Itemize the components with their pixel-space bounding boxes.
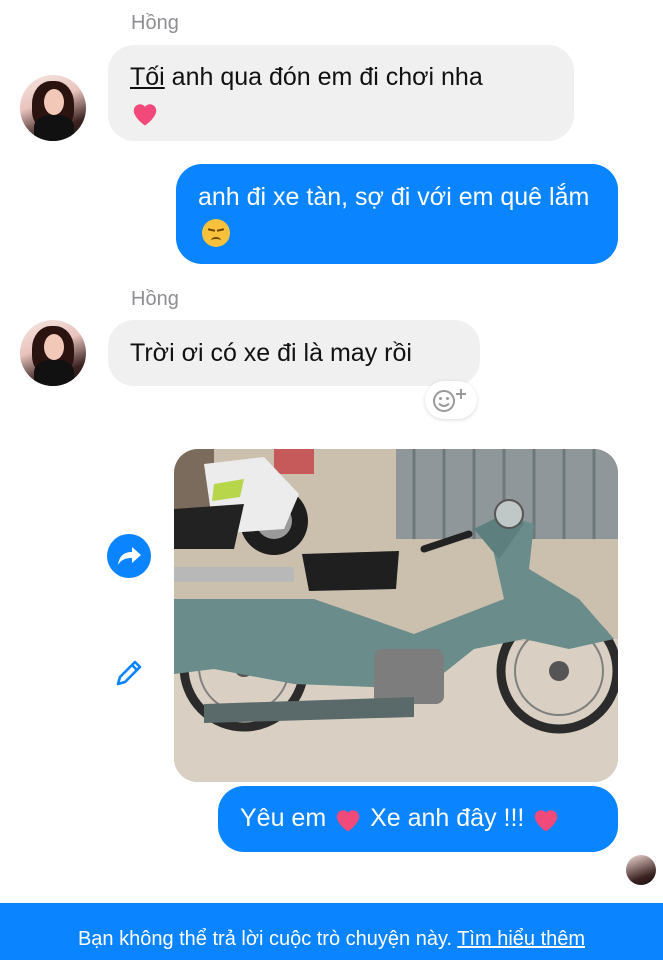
add-reaction-button[interactable] — [425, 381, 477, 419]
avatar[interactable] — [20, 75, 86, 141]
photo-message[interactable] — [174, 449, 618, 782]
heart-icon — [535, 810, 558, 832]
edit-button[interactable] — [111, 655, 147, 691]
seen-avatar — [626, 855, 656, 885]
reply-disabled-banner: Bạn không thể trả lời cuộc trò chuyện nà… — [0, 903, 663, 960]
avatar[interactable] — [20, 320, 86, 386]
pencil-icon — [116, 660, 142, 686]
message-bubble-outgoing[interactable]: Yêu em Xe anh đây !!! — [218, 786, 618, 852]
message-text-underlined: Tối — [130, 63, 165, 91]
message-bubble-incoming[interactable]: Trời ơi có xe đi là may rồi — [108, 320, 480, 386]
heart-icon — [336, 810, 360, 832]
motorbike-photo — [174, 449, 618, 782]
message-text: anh qua đón em đi chơi nha — [164, 63, 483, 91]
banner-text: Bạn không thể trả lời cuộc trò chuyện nà… — [77, 928, 453, 950]
add-reaction-icon — [433, 389, 466, 412]
message-text: anh đi xe tàn, sợ đi với em quê lắm — [198, 183, 590, 211]
sender-name: Hồng — [131, 12, 179, 34]
heart-icon — [133, 104, 157, 126]
message-bubble-incoming[interactable]: Tối anh qua đón em đi chơi nha — [108, 45, 574, 141]
sender-name: Hồng — [131, 288, 179, 310]
message-text: Yêu em — [240, 804, 327, 832]
message-text: Trời ơi có xe đi là may rồi — [130, 339, 412, 367]
message-bubble-outgoing[interactable]: anh đi xe tàn, sợ đi với em quê lắm — [176, 164, 618, 264]
disappointed-face-icon — [202, 219, 230, 248]
learn-more-link[interactable]: Tìm hiểu thêm — [457, 928, 585, 950]
share-icon — [118, 547, 141, 565]
message-text: Xe anh đây !!! — [370, 804, 525, 832]
share-button[interactable] — [107, 534, 151, 578]
